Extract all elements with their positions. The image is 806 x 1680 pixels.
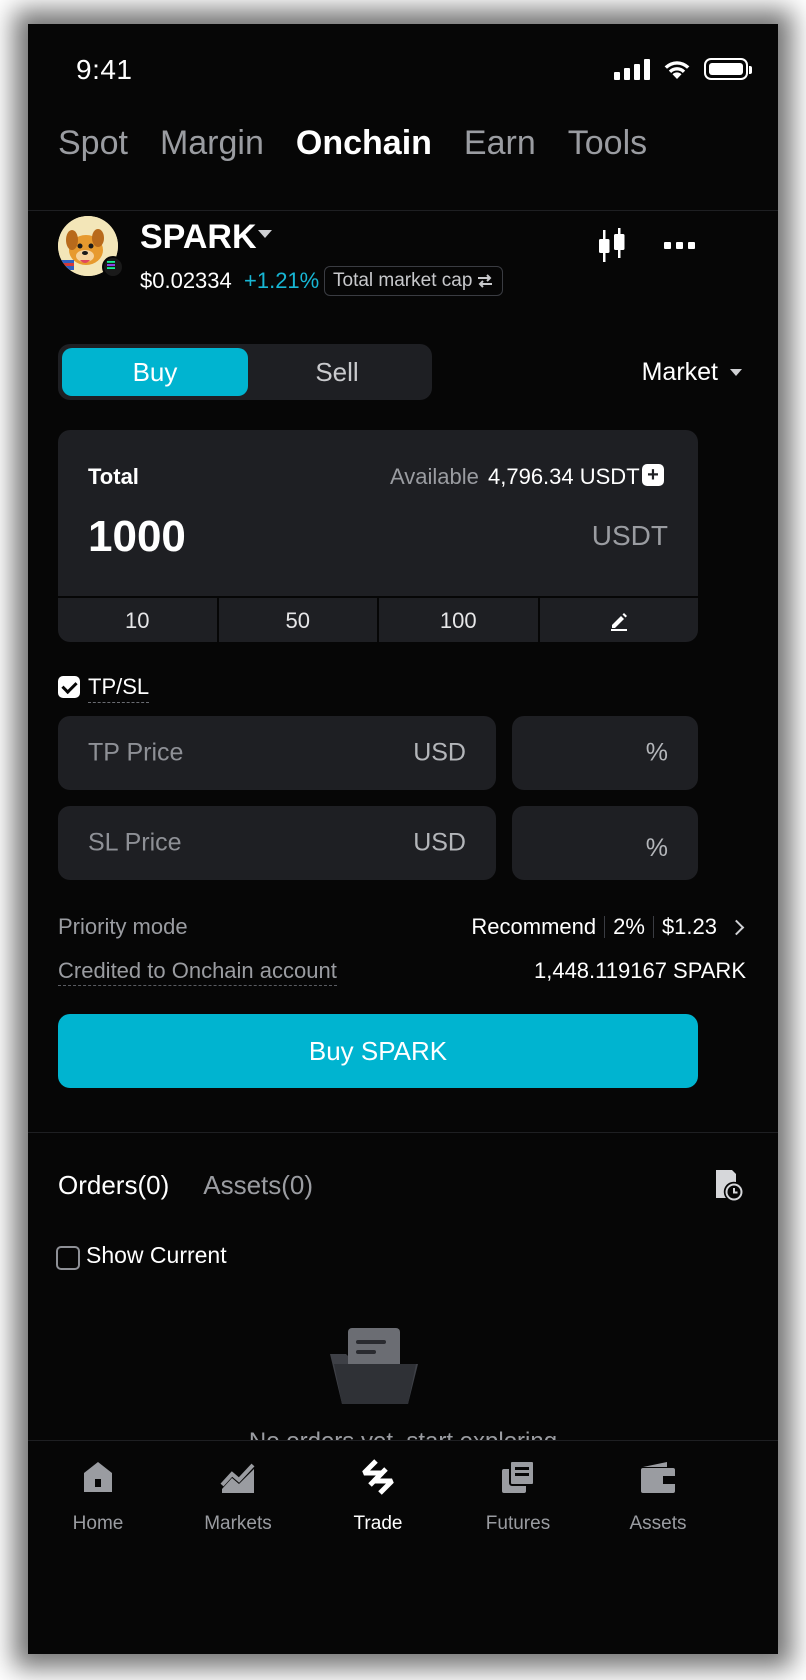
empty-folder-icon <box>330 1328 418 1404</box>
sl-price-unit: USD <box>413 828 466 857</box>
sl-price-placeholder: SL Price <box>88 828 182 857</box>
screenshot-frame: 9:41 Spot Margin Onchain Earn Tools SPAR… <box>0 0 806 1680</box>
tab-earn[interactable]: Earn <box>464 124 536 163</box>
tpsl-label[interactable]: TP/SL <box>88 674 150 703</box>
priority-slippage: 2% <box>613 914 645 939</box>
wifi-icon <box>664 61 690 79</box>
pencil-icon <box>610 613 627 631</box>
section-divider <box>28 1132 778 1133</box>
sl-percent-unit: % <box>645 834 668 862</box>
token-price-change: +1.21% <box>244 268 320 293</box>
buy-tab-button[interactable]: Buy <box>62 348 248 396</box>
markets-icon <box>220 1463 255 1493</box>
total-amount-input[interactable]: 1000 <box>88 512 186 562</box>
header-divider <box>28 210 778 211</box>
wallet-icon <box>641 1462 675 1493</box>
tp-price-unit: USD <box>413 738 466 767</box>
tab-orders[interactable]: Orders(0) <box>58 1170 169 1201</box>
token-header: SPARK $0.02334 +1.21% Total market cap <box>58 216 748 306</box>
nav-assets-label: Assets <box>629 1513 687 1534</box>
bottom-navigation: Home Markets Trade Futures Assets <box>28 1440 778 1654</box>
separator <box>652 916 654 938</box>
amount-unit: USDT <box>591 520 668 551</box>
deposit-plus-icon[interactable]: + <box>642 464 664 486</box>
priority-mode-selector[interactable]: Recommend 2% $1.23 <box>471 914 745 940</box>
token-name[interactable]: SPARK <box>140 218 257 257</box>
credited-amount: 1,448.119167 SPARK <box>533 958 746 983</box>
status-bar: 9:41 <box>28 24 778 116</box>
priority-fee: $1.23 <box>661 914 717 939</box>
order-type-select[interactable]: Market <box>642 358 742 387</box>
amount-presets: 10 50 100 <box>58 596 698 642</box>
credited-label-row: Credited to Onchain account <box>58 958 337 986</box>
more-options-icon[interactable] <box>664 242 695 249</box>
status-time: 9:41 <box>76 54 133 85</box>
home-icon <box>84 1462 112 1492</box>
swap-arrows-icon <box>478 274 493 288</box>
nav-trade[interactable]: Trade <box>308 1459 448 1535</box>
show-current-checkbox[interactable] <box>56 1246 80 1270</box>
tpsl-checkbox[interactable] <box>58 676 80 698</box>
credited-label[interactable]: Credited to Onchain account <box>58 958 337 986</box>
tp-percent-input[interactable]: % <box>512 716 698 790</box>
order-history-icon[interactable] <box>712 1166 744 1202</box>
nav-home[interactable]: Home <box>28 1459 168 1535</box>
nav-markets[interactable]: Markets <box>168 1459 308 1535</box>
preset-100-button[interactable]: 100 <box>379 598 540 642</box>
futures-icon <box>502 1460 535 1493</box>
candlestick-chart-icon[interactable] <box>596 228 628 264</box>
buy-sell-toggle: Buy Sell <box>58 344 432 400</box>
available-label: Available <box>390 464 479 489</box>
total-amount-card: Total Available 4,796.34 USDT + 1000 USD… <box>58 430 698 642</box>
buy-token-button[interactable]: Buy SPARK <box>58 1014 698 1088</box>
tp-percent-unit: % <box>645 738 668 767</box>
separator <box>604 916 606 938</box>
nav-home-label: Home <box>72 1513 124 1534</box>
top-tabs: Spot Margin Onchain Earn Tools <box>58 124 647 163</box>
nav-markets-label: Markets <box>204 1513 272 1534</box>
sl-percent-input[interactable]: % <box>512 806 698 880</box>
chevron-right-icon <box>728 919 745 935</box>
nav-futures[interactable]: Futures <box>448 1459 588 1535</box>
edit-presets-button[interactable] <box>540 598 699 642</box>
tab-tools[interactable]: Tools <box>568 124 647 163</box>
tp-price-placeholder: TP Price <box>88 738 184 767</box>
chevron-down-icon <box>730 369 742 376</box>
tab-margin[interactable]: Margin <box>160 124 264 163</box>
tab-onchain[interactable]: Onchain <box>296 124 432 163</box>
tp-price-input[interactable]: TP Price USD <box>58 716 496 790</box>
cellular-signal-icon <box>614 58 650 80</box>
tab-spot[interactable]: Spot <box>58 124 128 163</box>
orders-tabs: Orders(0) Assets(0) <box>58 1170 313 1201</box>
status-icons <box>614 58 752 80</box>
nav-trade-label: Trade <box>353 1513 403 1534</box>
sl-price-input[interactable]: SL Price USD <box>58 806 496 880</box>
preset-50-button[interactable]: 50 <box>219 598 379 642</box>
order-type-value: Market <box>641 358 718 386</box>
trade-icon <box>362 1459 394 1495</box>
market-cap-toggle[interactable]: Total market cap <box>324 266 504 296</box>
total-label: Total <box>88 464 139 489</box>
tab-assets[interactable]: Assets(0) <box>203 1170 313 1201</box>
nav-futures-label: Futures <box>485 1513 551 1534</box>
preset-10-button[interactable]: 10 <box>58 598 219 642</box>
show-current-label[interactable]: Show Current <box>86 1242 227 1269</box>
available-balance: 4,796.34 USDT <box>488 464 640 489</box>
battery-icon <box>704 58 752 80</box>
chain-badge-icon <box>102 256 124 278</box>
priority-mode-value: Recommend <box>471 914 597 939</box>
token-selector-caret-icon[interactable] <box>258 230 272 238</box>
token-price: $0.02334 <box>140 268 232 293</box>
market-cap-label: Total market cap <box>333 270 473 291</box>
sell-tab-button[interactable]: Sell <box>244 348 430 396</box>
nav-assets[interactable]: Assets <box>588 1459 728 1535</box>
priority-mode-label: Priority mode <box>58 914 188 939</box>
phone-screen: 9:41 Spot Margin Onchain Earn Tools SPAR… <box>28 24 778 1654</box>
